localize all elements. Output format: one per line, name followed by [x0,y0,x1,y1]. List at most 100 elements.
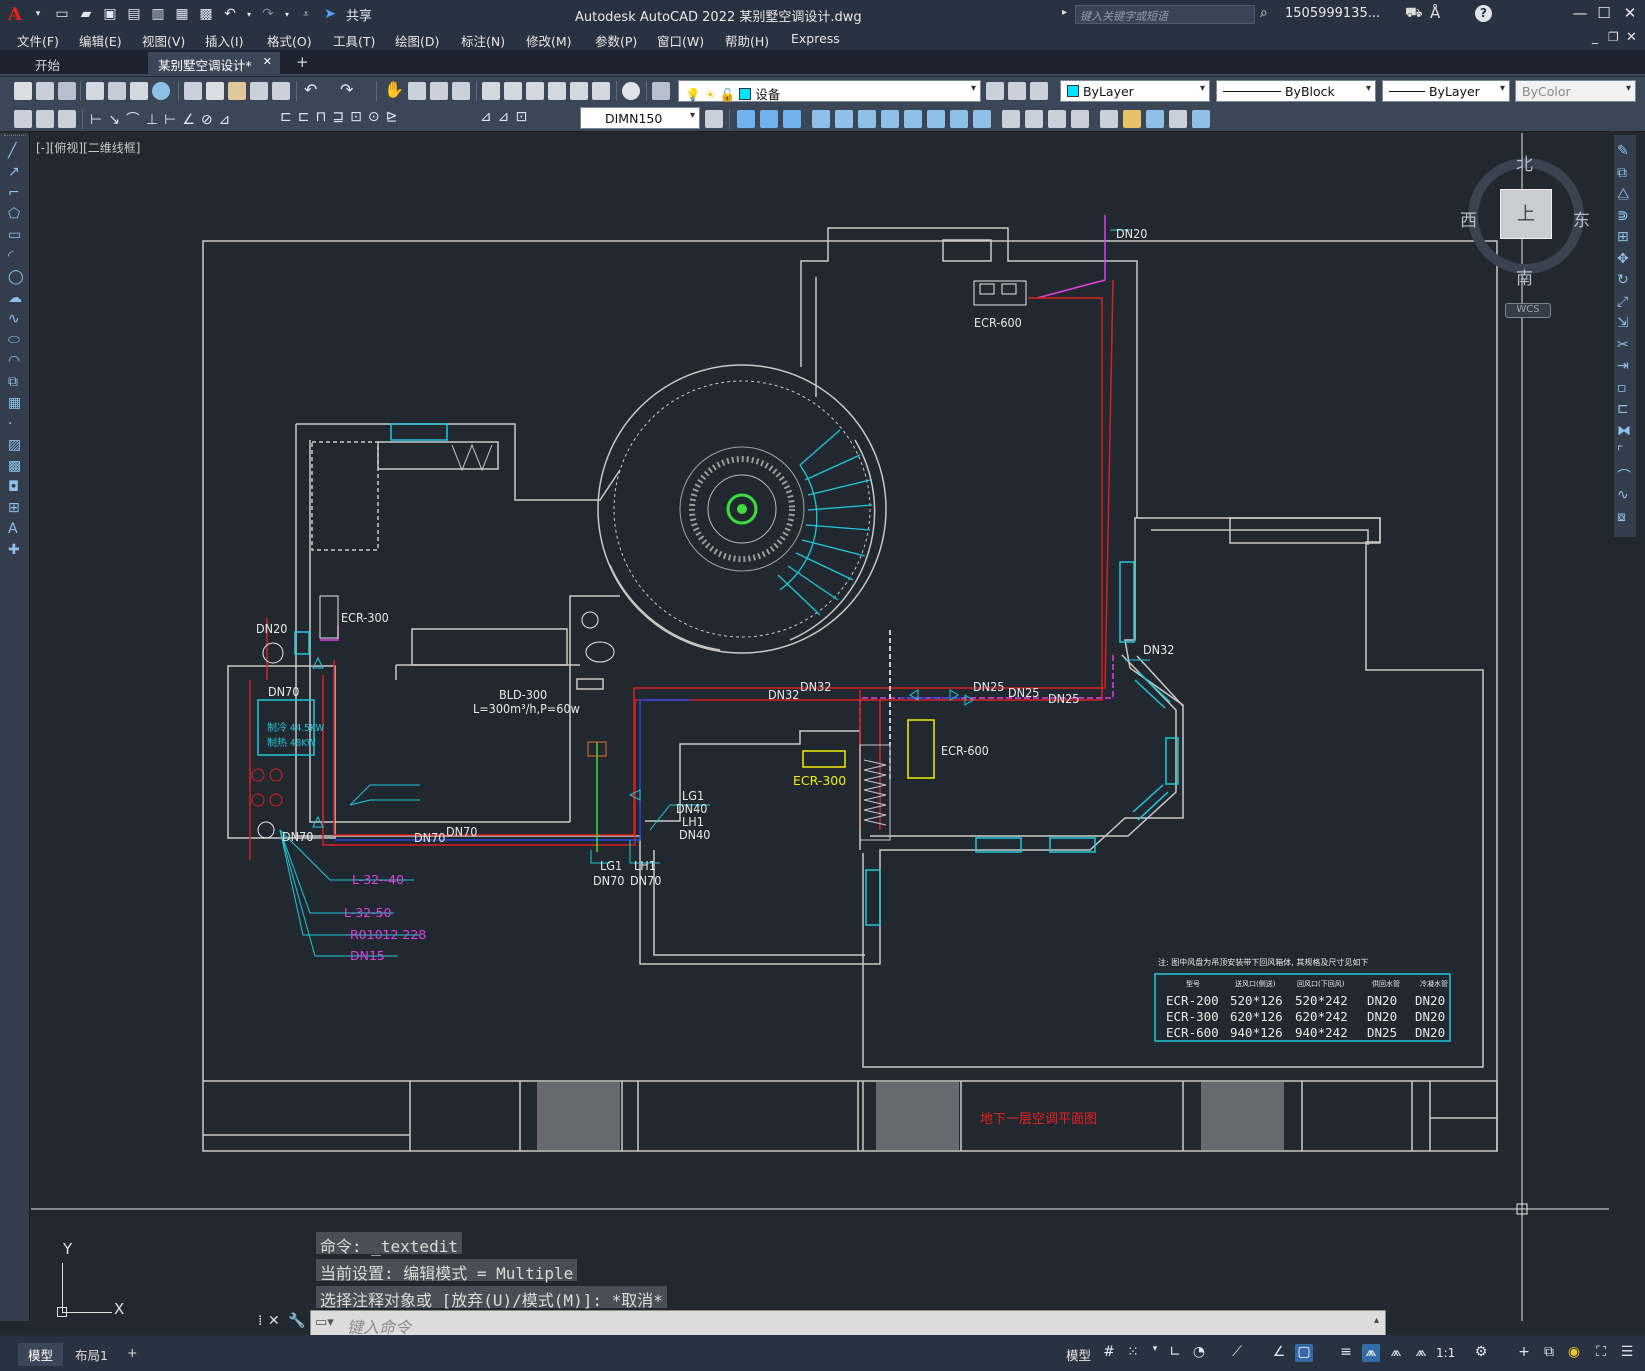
menu-draw[interactable]: 绘图(D) [395,31,439,50]
object-snap-icon[interactable]: ▢ [1295,1344,1313,1362]
user-name[interactable]: 1505999135... [1285,6,1380,21]
insert-block-icon[interactable] [14,110,32,128]
ellipse-icon[interactable]: ⬭ [8,332,24,348]
open-web-icon[interactable]: ▥ [148,5,168,23]
erase-icon[interactable]: ✎ [1617,143,1633,159]
command-grip[interactable]: ⁞ [258,1313,262,1329]
make-block-icon[interactable] [36,110,54,128]
annotation-scale-value[interactable]: 1:1 [1436,1346,1455,1360]
new-tab-button[interactable]: + [286,52,319,76]
scale-icon[interactable] [858,110,876,128]
linetype-dropdown[interactable]: ByBlock ▾ [1216,80,1376,102]
tab-current-drawing[interactable]: 某别墅空调设计* ✕ [148,52,280,76]
undo-toolbar-icon[interactable]: ↶ [304,80,317,99]
zoom-previous-icon[interactable] [452,82,470,100]
auto-scale-icon[interactable]: ⩕ [1387,1344,1405,1362]
dimension-more-icon[interactable]: ⊏⊏⊓⊒⊡⊙⊵ [280,109,403,125]
isodraft-icon[interactable]: ⟋ [1228,1344,1246,1362]
make-current-icon[interactable] [986,82,1004,100]
join-icon[interactable] [1071,110,1089,128]
new-file-icon[interactable]: ▭ [52,5,72,23]
menu-file[interactable]: 文件(F) [17,31,59,50]
command-customize-icon[interactable]: 🔧 [288,1313,305,1329]
rotate-icon[interactable]: ↻ [1617,272,1633,288]
layer-dropdown[interactable]: 💡 ☀ 🔓 设备 ▾ [678,80,981,102]
menu-insert[interactable]: 插入(I) [205,31,243,50]
multiline-text-icon[interactable]: A [8,521,24,537]
menu-tools[interactable]: 工具(T) [333,31,375,50]
plotstyle-dropdown[interactable]: ByColor ▾ [1515,80,1636,102]
compass-east[interactable]: 东 [1573,206,1590,231]
construction-line-icon[interactable]: ↗ [8,164,24,180]
units-icon[interactable]: ⧉ [1540,1344,1558,1362]
menu-express[interactable]: Express [791,31,840,46]
customize-icon[interactable]: ⩡ [296,5,316,23]
layer-on-icon[interactable]: 💡 [685,87,701,102]
compass-south[interactable]: 南 [1516,264,1533,289]
preview-icon[interactable] [108,82,126,100]
revision-cloud-icon[interactable]: ☁ [8,290,24,306]
offset-icon[interactable] [950,110,968,128]
block-editor-icon[interactable] [272,82,290,100]
save-as-icon[interactable]: ▤ [124,5,144,23]
publish-icon[interactable] [130,82,148,100]
tool-palettes-icon[interactable] [526,82,544,100]
chamfer-icon[interactable] [1025,110,1043,128]
properties-icon[interactable] [482,82,500,100]
array-icon[interactable]: ⊞ [1617,229,1633,245]
region-icon[interactable]: ◘ [8,479,24,495]
join-icon[interactable]: ⧓ [1617,423,1633,439]
fillet-icon[interactable] [1002,110,1020,128]
polygon-icon[interactable]: ⬠ [8,206,24,222]
circle-icon[interactable]: ◯ [8,269,24,285]
menu-format[interactable]: 格式(O) [267,31,312,50]
open-icon[interactable] [36,82,54,100]
gradient-icon[interactable]: ▩ [8,458,24,474]
model-space-button[interactable]: 模型 [1066,1345,1091,1364]
snap-icon[interactable]: ⁙ [1124,1344,1142,1362]
menu-help[interactable]: 帮助(H) [725,31,769,50]
annotation-scale-icon[interactable]: ⩕ [1412,1344,1430,1362]
offset-icon[interactable]: ⋑ [1617,208,1633,224]
3d-print-icon[interactable] [152,82,170,100]
tab-close-icon[interactable]: ✕ [263,55,272,68]
help-icon[interactable]: ? [1475,5,1492,22]
insert-icon[interactable]: ⧉ [8,374,24,390]
trim-icon[interactable] [881,110,899,128]
point-icon[interactable]: · [8,416,24,432]
ortho-icon[interactable]: ∟ [1166,1344,1184,1362]
spline-icon[interactable]: ∿ [8,311,24,327]
save-toolbar-icon[interactable] [58,82,76,100]
sheet-set-icon[interactable] [548,82,566,100]
break-at-point-icon[interactable]: ▫ [1617,380,1633,396]
add-selected-icon[interactable]: ✚ [8,542,24,558]
chamfer-icon[interactable]: ⌜ [1617,444,1633,460]
table-icon[interactable]: ⊞ [8,500,24,516]
array-icon[interactable] [927,110,945,128]
menu-window[interactable]: 窗口(W) [657,31,704,50]
mirror-icon[interactable]: ⧋ [1617,186,1633,202]
extend-icon[interactable] [904,110,922,128]
annotation-monitor-icon[interactable]: + [1515,1344,1533,1362]
quick-properties-icon[interactable]: ◉ [1565,1344,1583,1362]
lineweight-icon[interactable]: ≡ [1337,1344,1355,1362]
object-snap-track-icon[interactable]: ∠ [1270,1344,1288,1362]
snap-dropdown-icon[interactable]: ▾ [1146,1344,1164,1362]
doc-minimize-icon[interactable]: _ [1592,30,1598,44]
minimize-icon[interactable]: — [1568,4,1592,24]
redo-toolbar-icon[interactable]: ↷ [340,80,353,99]
menu-parametric[interactable]: 参数(P) [595,31,637,50]
model-tab[interactable]: 模型 [18,1343,64,1366]
save-web-icon[interactable]: ▦ [172,5,192,23]
break-icon[interactable]: ⊏ [1617,401,1633,417]
undo-icon[interactable]: ↶ [220,5,240,23]
search-icon[interactable]: ⌕ [1260,5,1268,21]
layer-thaw-icon[interactable]: ☀ [705,87,716,102]
color-dropdown[interactable]: ByLayer ▾ [1060,80,1210,102]
compass-north[interactable]: 北 [1516,150,1533,175]
menu-view[interactable]: 视图(V) [142,31,185,50]
viewport-controls-label[interactable]: [-][俯视][二维线框] [36,139,140,156]
dimstyle-dropdown[interactable]: DIMN150 ▾ [580,107,700,129]
rotate-icon[interactable] [835,110,853,128]
a360-icon[interactable]: Å [1430,4,1440,22]
